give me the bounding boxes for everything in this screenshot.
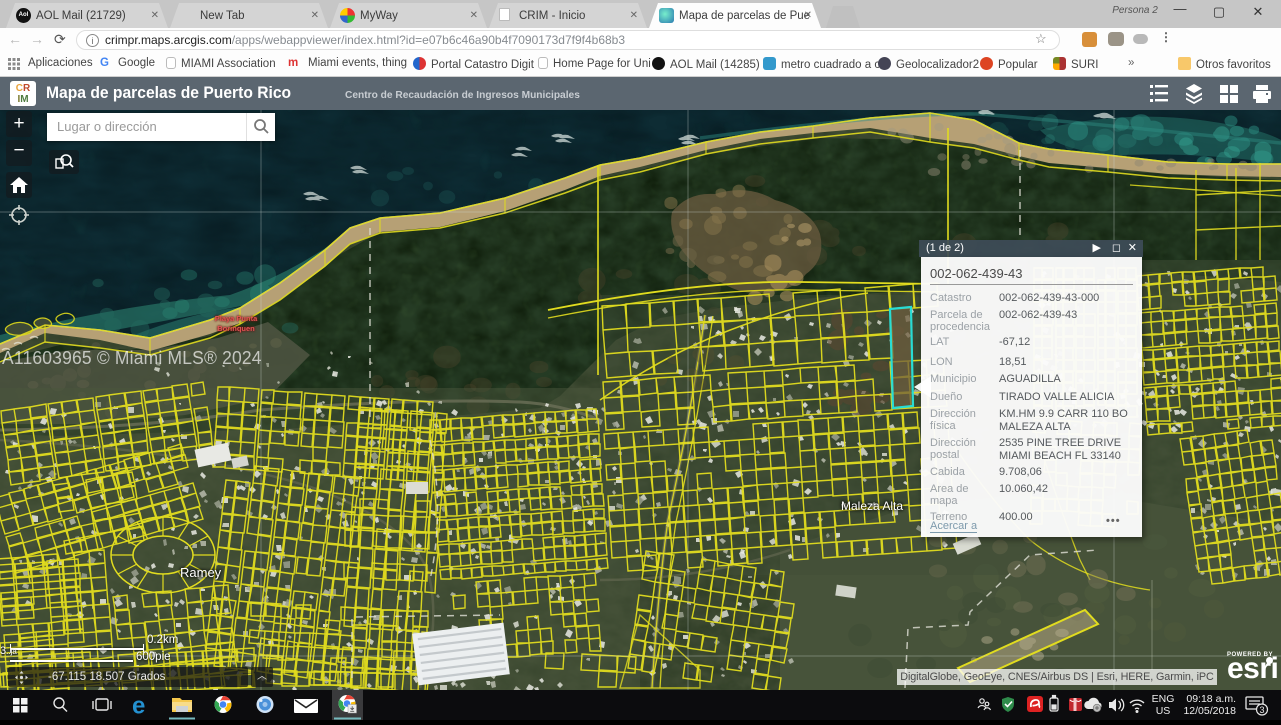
svg-text:e: e (132, 693, 145, 720)
svg-text:3: 3 (1259, 705, 1264, 715)
